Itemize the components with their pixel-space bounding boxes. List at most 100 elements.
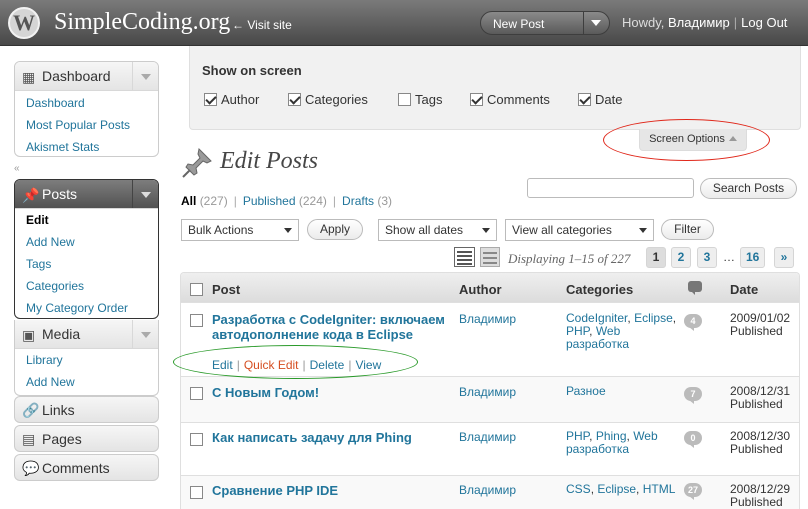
- sidebar-header-media[interactable]: ▣ Media: [15, 320, 158, 349]
- category-link[interactable]: HTML: [643, 482, 676, 496]
- filter-all[interactable]: All: [181, 194, 196, 208]
- sidebar-item-dashboard[interactable]: Dashboard: [15, 92, 158, 114]
- category-link[interactable]: CodeIgniter: [566, 311, 627, 325]
- post-title-link[interactable]: Сравнение PHP IDE: [212, 483, 447, 498]
- apply-button[interactable]: Apply: [307, 219, 363, 240]
- new-post-button[interactable]: New Post: [480, 11, 610, 35]
- filter-button[interactable]: Filter: [661, 219, 714, 240]
- category-link[interactable]: Phing: [596, 429, 627, 443]
- search-input[interactable]: [527, 178, 694, 198]
- post-title-link[interactable]: С Новым Годом!: [212, 385, 447, 400]
- sidebar-title-media: Media: [42, 326, 81, 342]
- column-toggle-author[interactable]: Author: [204, 92, 259, 107]
- sidebar-item-categories[interactable]: Categories: [15, 275, 158, 297]
- row-checkbox[interactable]: [190, 314, 203, 328]
- sidebar-toggle[interactable]: [132, 62, 158, 90]
- comment-count-badge[interactable]: 27: [684, 483, 703, 500]
- category-link[interactable]: PHP: [566, 324, 589, 338]
- logout-link[interactable]: Log Out: [741, 15, 787, 30]
- pagination-page-2[interactable]: 2: [671, 247, 691, 268]
- column-toggle-comments[interactable]: Comments: [470, 92, 550, 107]
- author-link[interactable]: Владимир: [459, 385, 516, 399]
- column-header-categories: Categories: [566, 282, 634, 297]
- chevron-down-icon: [141, 74, 151, 80]
- site-name[interactable]: SimpleCoding.org: [54, 9, 230, 36]
- sidebar-toggle[interactable]: [132, 320, 158, 348]
- chevron-down-icon: [141, 332, 151, 338]
- sidebar-item-edit[interactable]: Edit: [15, 209, 158, 231]
- pagination-page-16[interactable]: 16: [740, 247, 766, 268]
- collapse-arrow-icon[interactable]: «: [14, 163, 20, 174]
- author-link[interactable]: Владимир: [459, 483, 516, 497]
- author-link[interactable]: Владимир: [459, 430, 516, 444]
- pushpin-icon: 📌: [22, 187, 40, 203]
- pagination-next[interactable]: »: [774, 247, 794, 268]
- count-all: (227): [199, 194, 228, 208]
- visit-site-link[interactable]: ← Visit site: [232, 18, 292, 32]
- column-toggle-tags[interactable]: Tags: [398, 92, 442, 107]
- bulk-actions-select[interactable]: Bulk Actions: [181, 219, 299, 241]
- sidebar-item-tags[interactable]: Tags: [15, 253, 158, 275]
- sidebar-item-media-add-new[interactable]: Add New: [15, 371, 158, 393]
- category-list: PHP, Phing, Web разработка: [566, 429, 658, 456]
- post-title-link[interactable]: Как написать задачу для Phing: [212, 430, 447, 445]
- excerpt-view-icon[interactable]: [480, 247, 500, 267]
- list-view-icon[interactable]: [454, 247, 475, 267]
- filter-drafts[interactable]: Drafts: [342, 194, 374, 208]
- column-header-post: Post: [212, 282, 241, 297]
- checkbox[interactable]: [398, 93, 411, 106]
- chevron-down-icon: [284, 228, 292, 233]
- chevron-down-icon[interactable]: [591, 20, 601, 26]
- column-toggle-categories[interactable]: Categories: [288, 92, 368, 107]
- column-toggle-date[interactable]: Date: [578, 92, 622, 107]
- sidebar-menu-links[interactable]: 🔗 Links: [14, 396, 159, 423]
- comment-count: 4: [690, 316, 696, 326]
- comment-count-badge[interactable]: 0: [684, 431, 702, 448]
- sidebar-item-my-category-order[interactable]: My Category Order: [15, 297, 158, 318]
- status-text: Published: [730, 442, 783, 456]
- row-checkbox[interactable]: [190, 486, 203, 500]
- divider: |: [233, 194, 237, 208]
- sidebar-title-posts: Posts: [42, 186, 78, 202]
- pagination-page-3[interactable]: 3: [697, 247, 717, 268]
- category-link[interactable]: PHP: [566, 429, 589, 443]
- sidebar-item-akismet-stats[interactable]: Akismet Stats: [15, 136, 158, 156]
- checkbox[interactable]: [288, 93, 301, 106]
- checkbox[interactable]: [204, 93, 217, 106]
- category-link[interactable]: Eclipse: [597, 482, 636, 496]
- sidebar-item-add-new[interactable]: Add New: [15, 231, 158, 253]
- pagination-page-1: 1: [646, 247, 666, 268]
- filter-published[interactable]: Published: [243, 194, 296, 208]
- search-posts-button[interactable]: Search Posts: [700, 178, 797, 199]
- category-link[interactable]: CSS: [566, 482, 591, 496]
- author-link[interactable]: Владимир: [459, 312, 516, 326]
- dashboard-icon: ▦: [22, 69, 36, 85]
- category-filter-select[interactable]: View all categories: [505, 219, 654, 241]
- sidebar-menu-pages[interactable]: ▤ Pages: [14, 425, 159, 452]
- row-checkbox[interactable]: [190, 387, 203, 401]
- sidebar-title-dashboard: Dashboard: [42, 68, 111, 84]
- checkbox[interactable]: [470, 93, 483, 106]
- sidebar-header-posts[interactable]: 📌 Posts: [15, 180, 158, 209]
- sidebar-item-most-popular-posts[interactable]: Most Popular Posts: [15, 114, 158, 136]
- wordpress-logo-icon: W: [8, 7, 40, 39]
- sidebar-header-dashboard[interactable]: ▦ Dashboard: [15, 62, 158, 91]
- sidebar-item-library[interactable]: Library: [15, 349, 158, 371]
- new-post-label: New Post: [493, 17, 545, 31]
- date-filter-value: Show all dates: [385, 223, 464, 237]
- checkbox[interactable]: [578, 93, 591, 106]
- count-drafts: (3): [377, 194, 393, 208]
- sidebar-toggle[interactable]: [132, 180, 158, 208]
- comment-count-badge[interactable]: 4: [684, 314, 702, 331]
- select-all-checkbox[interactable]: [190, 283, 203, 297]
- row-checkbox[interactable]: [190, 433, 203, 447]
- user-greeting: Howdy, Владимир | Log Out: [622, 15, 787, 30]
- date-filter-select[interactable]: Show all dates: [378, 219, 497, 241]
- sidebar-menu-comments[interactable]: 💬 Comments: [14, 454, 159, 481]
- category-link[interactable]: Разное: [566, 384, 606, 398]
- sidebar-title-comments: Comments: [42, 460, 110, 476]
- comment-count-badge[interactable]: 7: [684, 387, 702, 404]
- category-link[interactable]: Eclipse: [634, 311, 673, 325]
- user-profile-link[interactable]: Владимир: [668, 15, 730, 30]
- column-toggle-label: Comments: [487, 92, 550, 107]
